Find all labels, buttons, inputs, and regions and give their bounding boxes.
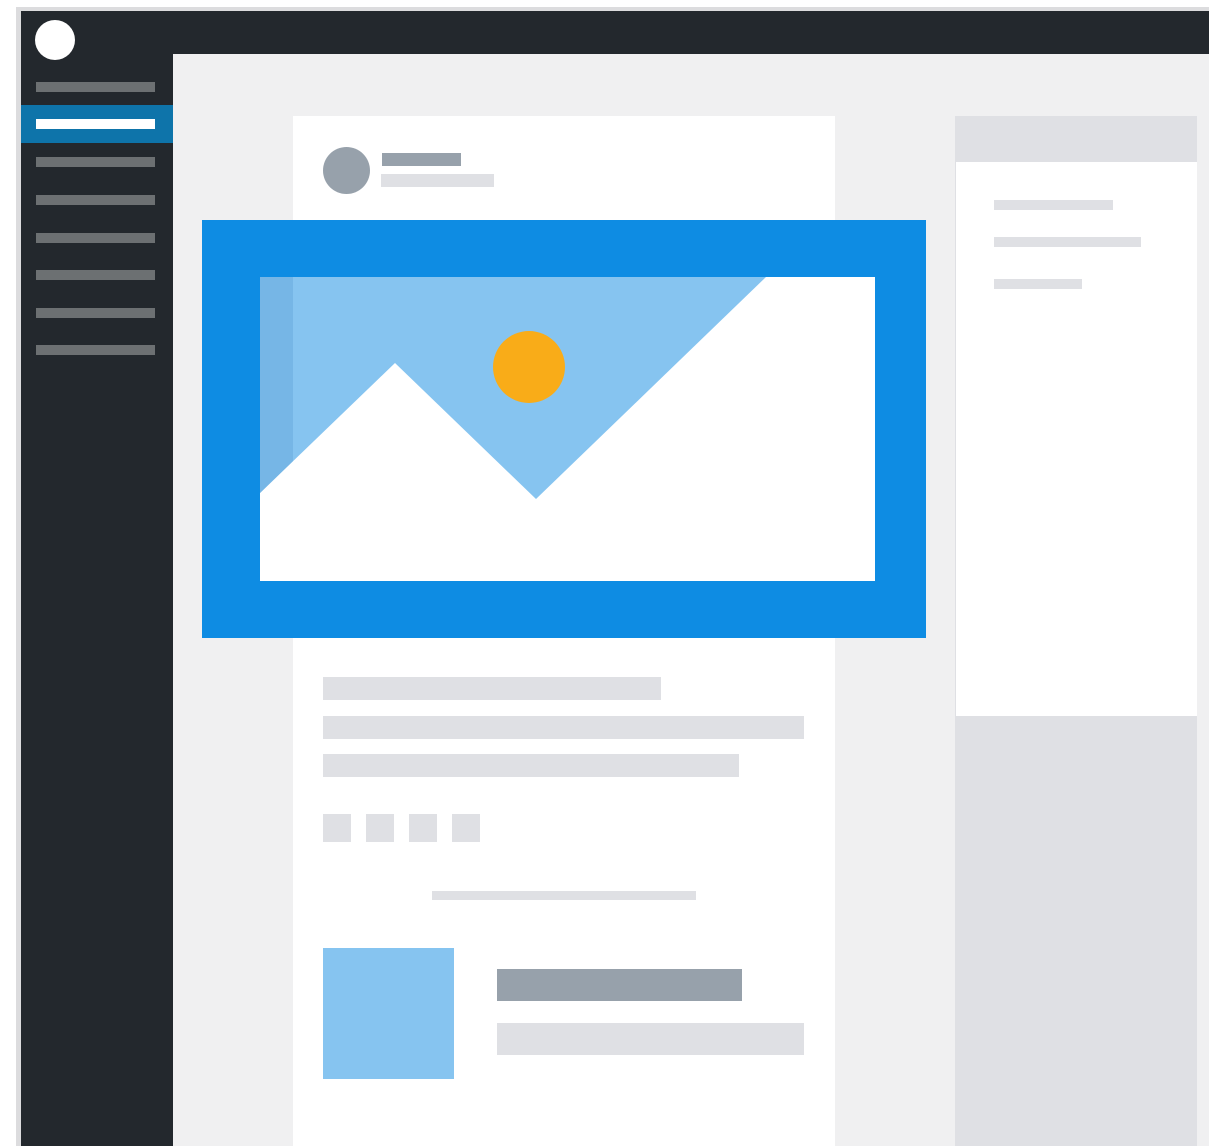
settings-panel-body (956, 162, 1197, 716)
sidebar-item-label-placeholder (36, 345, 155, 355)
admin-sidebar (21, 11, 173, 1146)
settings-line-placeholder (994, 237, 1141, 247)
wordpress-logo-icon[interactable] (35, 20, 75, 60)
share-button[interactable] (409, 814, 437, 842)
section-divider (432, 891, 696, 900)
sidebar-item-3[interactable] (21, 143, 173, 181)
post-title-placeholder (323, 677, 661, 700)
sidebar-item-4[interactable] (21, 181, 173, 219)
share-button[interactable] (366, 814, 394, 842)
author-name-placeholder (382, 153, 461, 166)
post-text-line-placeholder (323, 716, 804, 739)
sidebar-item-label-placeholder (36, 157, 155, 167)
sidebar-item-label-placeholder (36, 270, 155, 280)
sidebar-item-6[interactable] (21, 256, 173, 294)
settings-line-placeholder (994, 200, 1113, 210)
related-post-thumbnail[interactable] (323, 948, 454, 1079)
sidebar-item-label-placeholder (36, 119, 155, 129)
image-placeholder-icon[interactable] (260, 277, 875, 581)
admin-toolbar (173, 11, 1209, 54)
featured-image-block-highlight[interactable] (202, 220, 926, 638)
sidebar-item-label-placeholder (36, 308, 155, 318)
sidebar-item-7[interactable] (21, 294, 173, 332)
sun-icon (493, 331, 565, 403)
sidebar-item-label-placeholder (36, 233, 155, 243)
sky-shade-shape (260, 277, 293, 493)
sidebar-item-8[interactable] (21, 331, 173, 369)
share-button[interactable] (323, 814, 351, 842)
settings-sidebar-panel (955, 116, 1197, 1146)
sidebar-item-5[interactable] (21, 219, 173, 257)
author-avatar[interactable] (323, 147, 370, 194)
sidebar-item-1[interactable] (21, 68, 173, 106)
share-button[interactable] (452, 814, 480, 842)
settings-line-placeholder (994, 279, 1082, 289)
related-post-excerpt-placeholder (497, 1023, 804, 1055)
related-post-title-placeholder[interactable] (497, 969, 742, 1001)
sidebar-item-2-active[interactable] (21, 105, 173, 143)
sidebar-item-label-placeholder (36, 195, 155, 205)
sidebar-item-label-placeholder (36, 82, 155, 92)
post-text-line-placeholder (323, 754, 739, 777)
post-meta-placeholder (381, 174, 494, 187)
